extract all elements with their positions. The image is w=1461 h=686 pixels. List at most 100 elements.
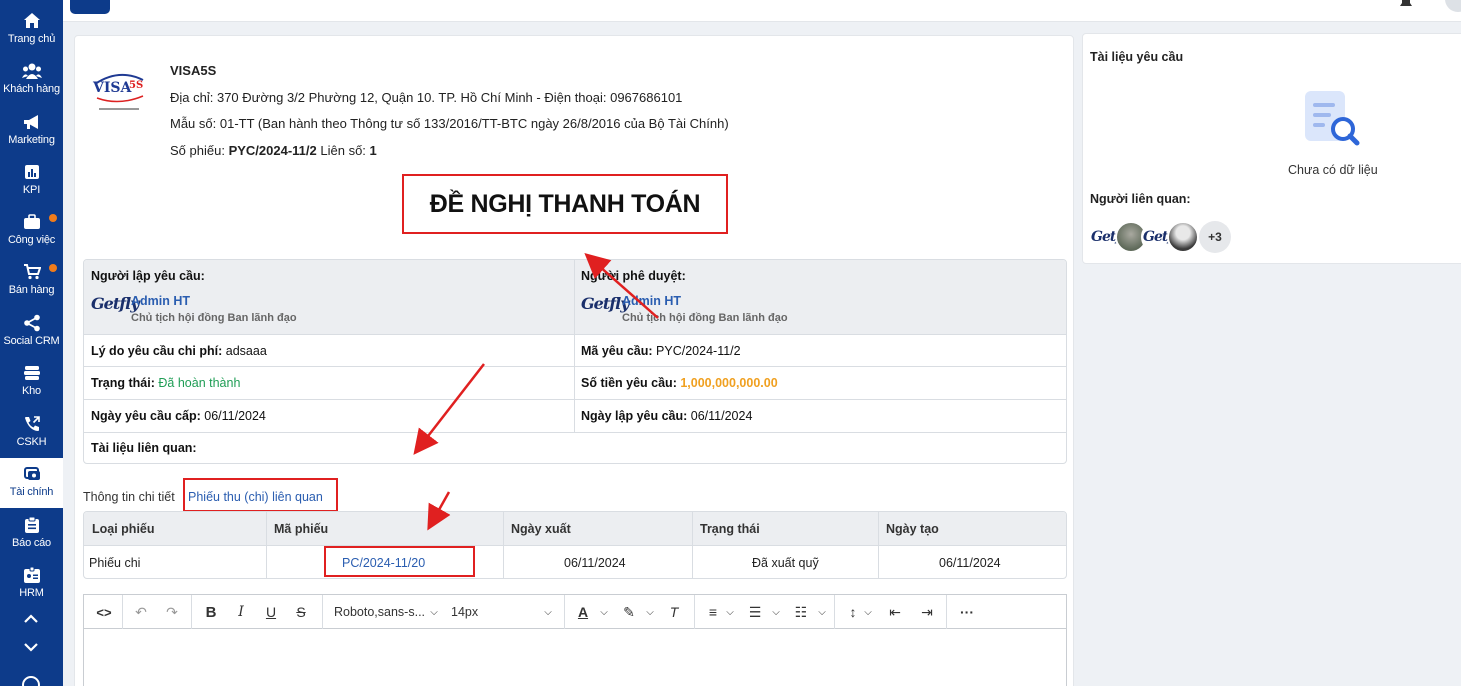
sidebar-item-label: Báo cáo — [12, 537, 51, 549]
company-logo: VISA 5S — [89, 66, 149, 116]
strikethrough-icon[interactable]: S — [290, 601, 312, 623]
chevron-down-icon[interactable]: ⌵ — [598, 601, 610, 623]
indent-icon[interactable]: ⇥ — [918, 601, 936, 623]
toolbar-divider — [564, 595, 565, 629]
empty-state-text: Chưa có dữ liệu — [1288, 163, 1378, 177]
sidebar-item-sales[interactable]: Bán hàng — [0, 256, 63, 306]
chevron-down-icon[interactable]: ⌵ — [862, 601, 874, 623]
clear-format-icon[interactable]: T — [664, 601, 684, 623]
status-value: Đã hoàn thành — [158, 376, 241, 390]
undo-icon[interactable]: ↶ — [130, 601, 152, 623]
bold-icon[interactable]: B — [200, 601, 222, 623]
tab-detail[interactable]: Thông tin chi tiết — [83, 490, 175, 504]
amount-label: Số tiền yêu cầu: — [581, 376, 677, 390]
sidebar-item-hrm[interactable]: HRM — [0, 559, 63, 609]
top-bar — [63, 0, 1461, 22]
requester-avatar: Getfly — [91, 294, 140, 313]
user-avatar[interactable] — [1445, 0, 1461, 12]
sidebar-item-customers[interactable]: Khách hàng — [0, 55, 63, 105]
code-view-icon[interactable]: <> — [92, 601, 116, 623]
clipboard-icon — [22, 515, 42, 535]
font-size-select[interactable]: 14px — [451, 601, 531, 623]
chevron-down-icon[interactable]: ⌵ — [816, 601, 828, 623]
approver-avatar: Getfly — [581, 294, 630, 313]
menu-button[interactable] — [70, 0, 110, 14]
company-info: VISA5S Địa chỉ: 370 Đường 3/2 Phường 12,… — [170, 58, 729, 164]
amount-value: 1,000,000,000.00 — [680, 376, 778, 390]
sidebar-item-tasks[interactable]: Công việc — [0, 206, 63, 256]
reason-field: Lý do yêu cầu chi phí: adsaaa — [91, 344, 267, 358]
sidebar-item-label: Kho — [22, 385, 41, 397]
finance-icon — [22, 464, 42, 484]
more-people-badge[interactable]: +3 — [1199, 221, 1231, 253]
chevron-down-icon[interactable]: ⌵ — [770, 601, 782, 623]
related-person-avatar[interactable] — [1167, 221, 1199, 253]
column-header: Trạng thái — [700, 522, 760, 536]
column-divider — [574, 260, 575, 433]
approver-role: Chủ tịch hội đồng Ban lãnh đạo — [622, 312, 788, 324]
request-code-field: Mã yêu cầu: PYC/2024-11/2 — [581, 344, 741, 358]
chevron-up-icon[interactable] — [23, 612, 39, 630]
italic-icon[interactable]: I — [230, 601, 252, 623]
underline-icon[interactable]: U — [260, 601, 282, 623]
payment-request-document: VISA 5S VISA5S Địa chỉ: 370 Đường 3/2 Ph… — [74, 35, 1074, 686]
empty-document-icon — [1301, 89, 1363, 156]
chevron-down-icon[interactable] — [23, 640, 39, 658]
request-date-value: 06/11/2024 — [204, 409, 266, 423]
text-color-icon[interactable]: A — [574, 601, 592, 623]
ordered-list-icon[interactable]: ☰ — [746, 601, 764, 623]
sidebar-item-home[interactable]: Trang chủ — [0, 5, 63, 55]
toolbar-divider — [122, 595, 123, 629]
redo-icon[interactable]: ↷ — [161, 601, 183, 623]
document-title: ĐỀ NGHỊ THANH TOÁN — [429, 189, 701, 218]
toolbar-divider — [694, 595, 695, 629]
related-documents-panel: Tài liệu yêu cầu Chưa có dữ liệu Người l… — [1082, 33, 1461, 264]
voucher-created-date: 06/11/2024 — [939, 556, 1001, 570]
sidebar-item-label: KPI — [22, 184, 41, 196]
chevron-down-icon[interactable]: ⌵ — [644, 601, 656, 623]
row-divider — [84, 399, 1066, 400]
chevron-down-icon[interactable]: ⌵ — [542, 601, 554, 623]
editor-content-area[interactable] — [84, 630, 1066, 686]
attachments-label: Tài liệu liên quan: — [91, 441, 197, 455]
column-divider — [692, 512, 693, 578]
panel-title: Tài liệu yêu cầu — [1090, 50, 1184, 64]
status-label: Trạng thái: — [91, 376, 155, 390]
notification-dot — [49, 264, 57, 272]
notification-dot — [49, 214, 57, 222]
requester-name[interactable]: Admin HT — [131, 294, 190, 308]
sidebar-item-label: Tài chính — [9, 486, 54, 498]
outdent-icon[interactable]: ⇤ — [886, 601, 904, 623]
sidebar-item-reports[interactable]: Báo cáo — [0, 509, 63, 559]
font-family-select[interactable]: Roboto,sans-s... — [334, 601, 426, 623]
column-header: Ngày xuất — [511, 522, 571, 536]
sidebar-item-customer-care[interactable]: CSKH — [0, 408, 63, 458]
more-options-icon[interactable]: ··· — [956, 601, 978, 623]
chevron-down-icon[interactable]: ⌵ — [724, 601, 736, 623]
sidebar-item-label: Marketing — [8, 134, 55, 146]
voucher-type: Phiếu chi — [89, 556, 141, 570]
column-header: Mã phiếu — [274, 522, 329, 536]
sidebar-item-label: Công việc — [7, 234, 56, 246]
sidebar-item-social-crm[interactable]: Social CRM — [0, 307, 63, 357]
settings-icon[interactable] — [22, 676, 40, 686]
line-height-icon[interactable]: ↕ — [844, 601, 862, 623]
sidebar-item-label: HRM — [19, 587, 44, 599]
toolbar-divider — [191, 595, 192, 629]
row-divider — [84, 432, 1066, 433]
copy-number-label: Liên số: — [320, 142, 366, 158]
sidebar-item-finance[interactable]: Tài chính — [0, 458, 63, 508]
sidebar-item-warehouse[interactable]: Kho — [0, 357, 63, 407]
chevron-down-icon[interactable]: ⌵ — [428, 601, 440, 623]
sidebar-item-kpi[interactable]: KPI — [0, 156, 63, 206]
highlight-icon[interactable]: ✎ — [620, 601, 638, 623]
phone-icon — [22, 414, 42, 434]
align-icon[interactable]: ≡ — [704, 601, 722, 623]
bell-icon[interactable] — [1396, 0, 1424, 14]
toolbar-divider — [322, 595, 323, 629]
row-divider — [84, 366, 1066, 367]
app-root: Trang chủ Khách hàng Marketing KPI Công … — [0, 0, 1461, 686]
sidebar-item-marketing[interactable]: Marketing — [0, 106, 63, 156]
approver-name[interactable]: Admin HT — [622, 294, 681, 308]
bullet-list-icon[interactable]: ☷ — [792, 601, 810, 623]
